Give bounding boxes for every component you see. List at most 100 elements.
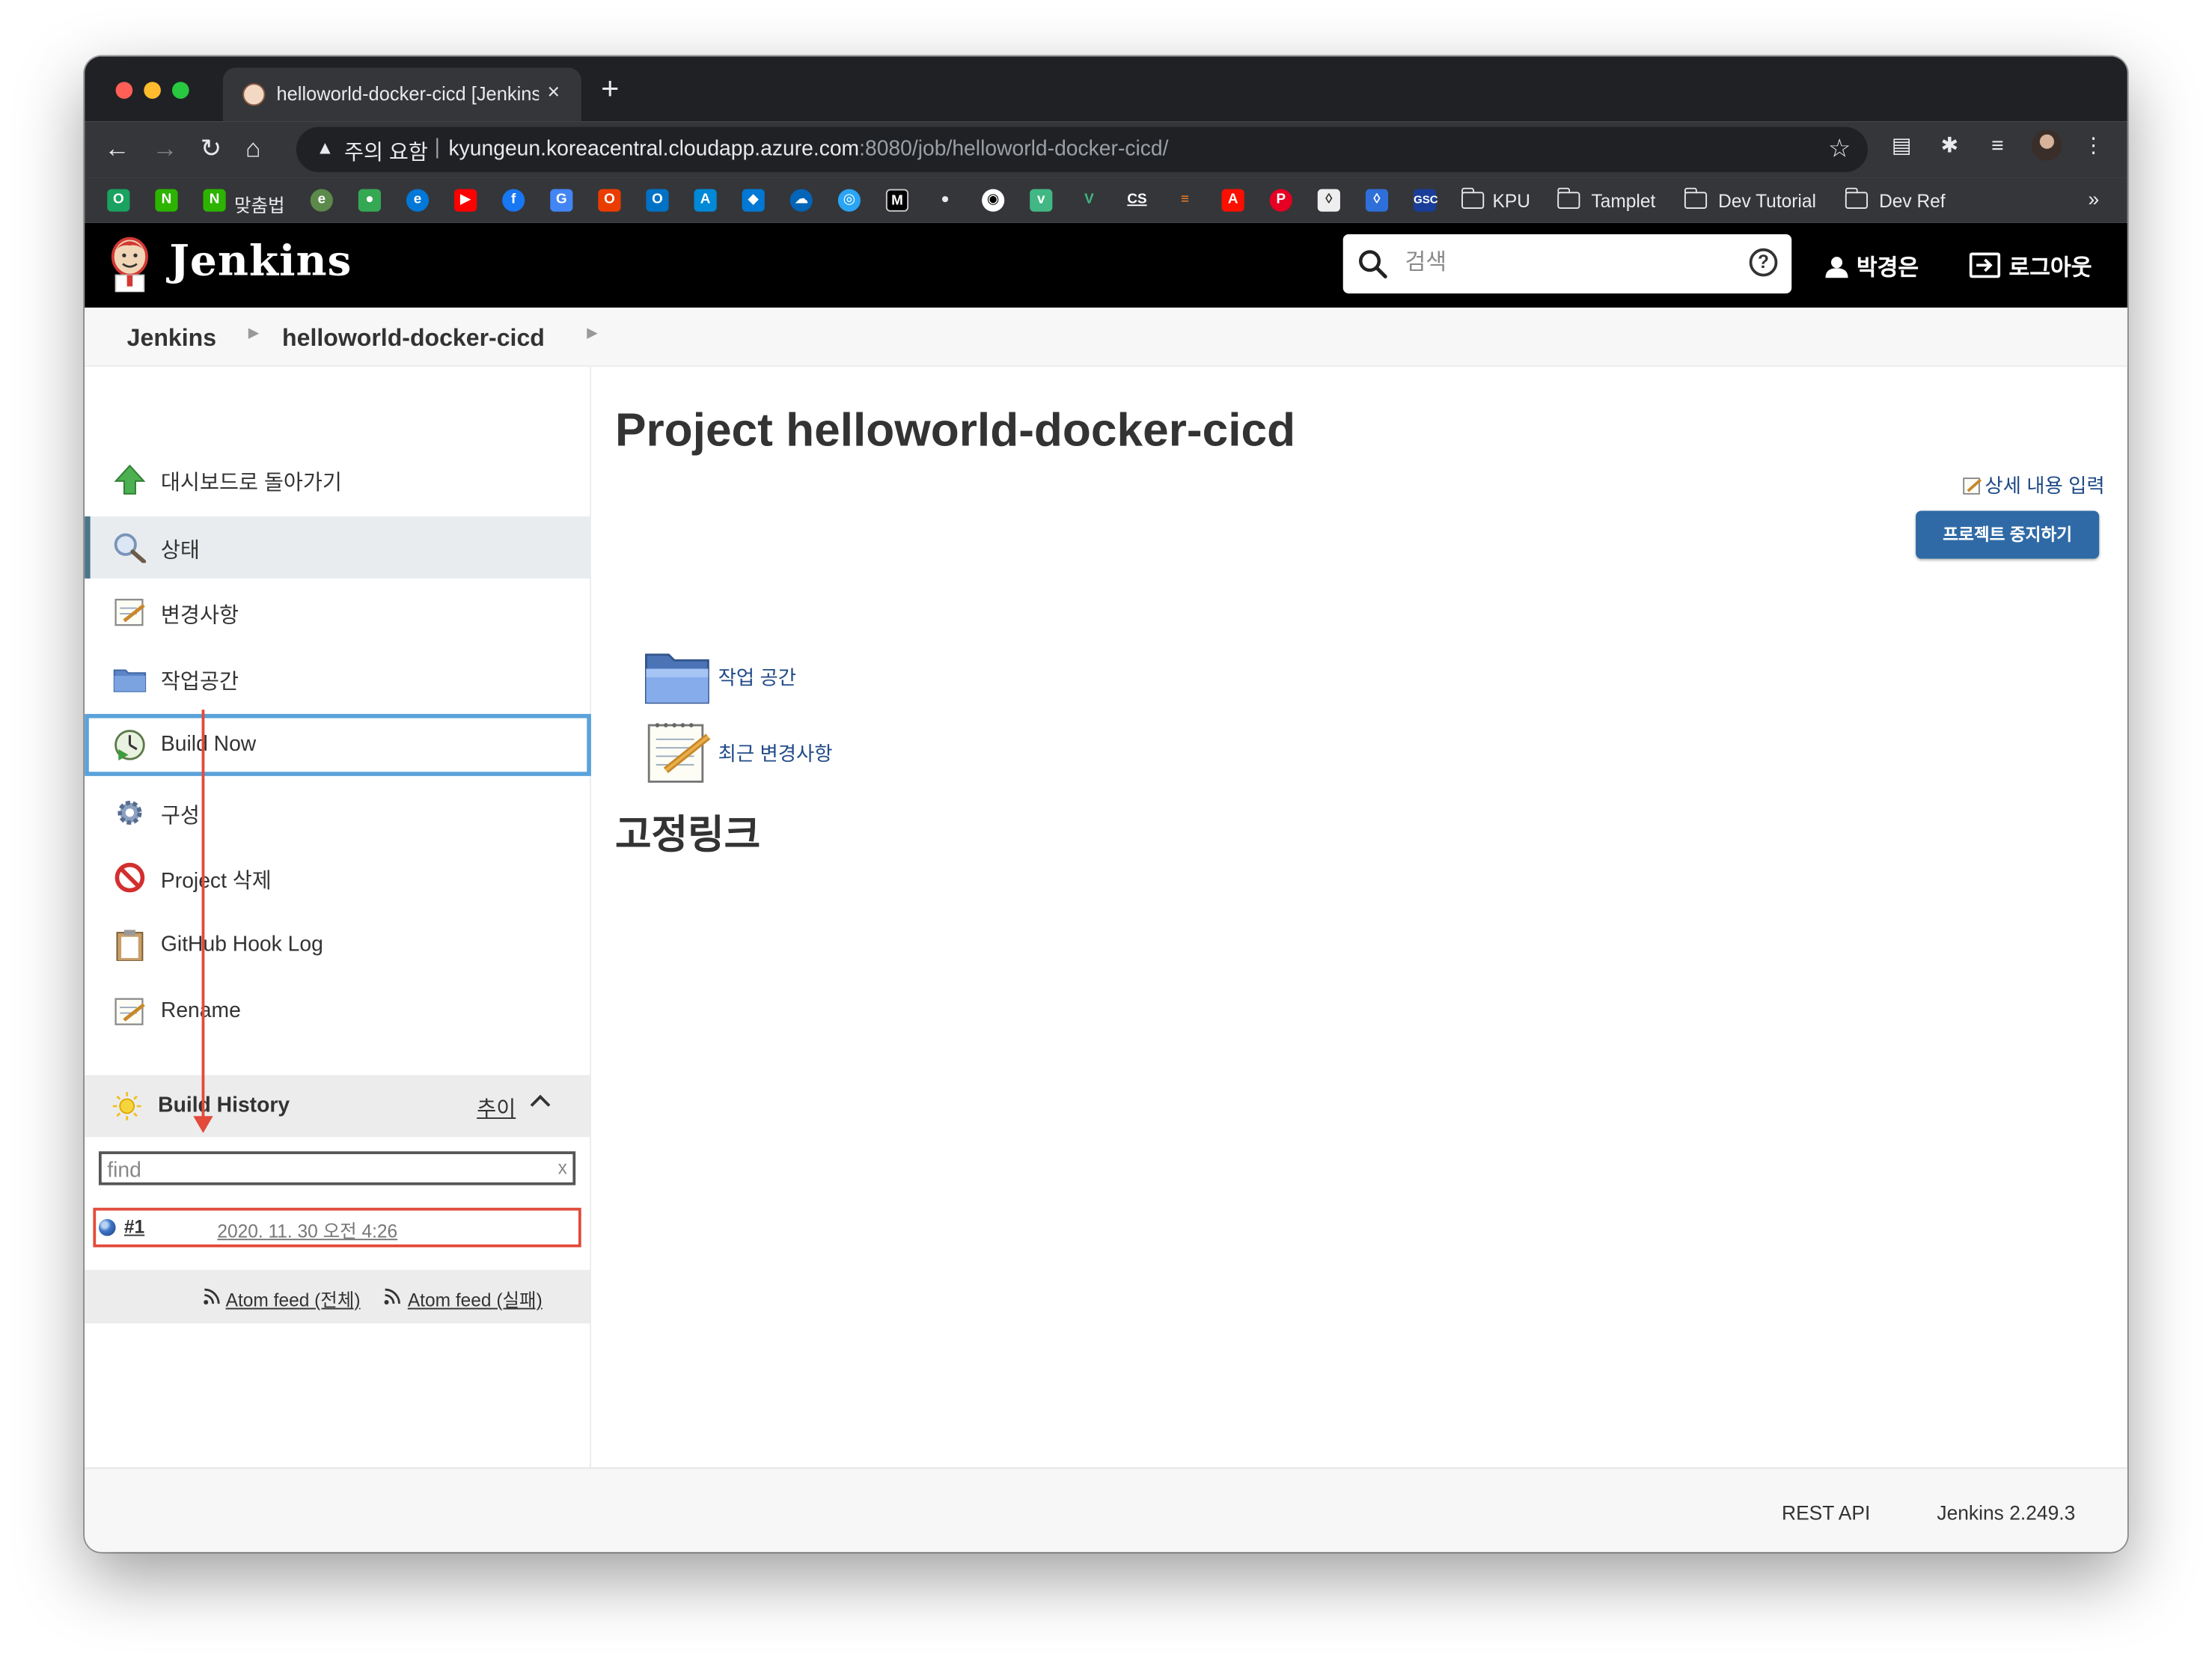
gear-icon — [117, 800, 142, 825]
bookmark-folder-kpu[interactable]: KPU — [1493, 191, 1530, 212]
notepad-icon — [1963, 477, 1982, 495]
bookmark-globe-icon[interactable]: e — [310, 189, 333, 212]
bookmarks-more-button[interactable]: » — [2088, 188, 2099, 210]
bookmark-spellcheck[interactable]: 맞춤법 — [234, 191, 285, 218]
close-window-button[interactable] — [115, 82, 133, 99]
cast-icon[interactable]: ▤ — [1890, 135, 1913, 158]
breadcrumb-jenkins[interactable]: Jenkins — [127, 325, 216, 353]
browser-toolbar: ← → ↻ ⌂ ▲ 주의 요함 | kyungeun.koreacentral.… — [85, 121, 2127, 178]
breadcrumb-project[interactable]: helloworld-docker-cicd — [282, 325, 545, 353]
jenkins-favicon-icon — [242, 83, 266, 106]
build-status-ball-icon — [98, 1218, 116, 1236]
task-back-to-dashboard[interactable]: 대시보드로 돌아가기 — [85, 448, 591, 510]
bookmark-pinterest-icon[interactable]: P — [1269, 189, 1292, 212]
bookmark-star-icon[interactable]: ☆ — [1828, 134, 1851, 164]
breadcrumb-separator-icon[interactable]: ▶ — [248, 326, 260, 341]
search-input[interactable] — [1405, 248, 1730, 280]
bookmark-translate-icon[interactable]: G — [550, 189, 573, 212]
atom-feed-all-link[interactable]: Atom feed (전체) — [226, 1285, 361, 1312]
task-workspace[interactable]: 작업공간 — [85, 647, 591, 710]
bookmark-office365-icon[interactable]: O — [598, 189, 621, 212]
bookmark-naver-spell-icon[interactable]: N — [203, 189, 226, 212]
bookmark-apple-icon[interactable]: ● — [934, 189, 956, 212]
bookmark-vuejs-icon[interactable]: V — [1078, 189, 1100, 212]
bookmark-onedrive-icon[interactable]: ☁ — [789, 189, 813, 212]
breadcrumb-separator-icon[interactable]: ▶ — [587, 326, 598, 341]
bookmark-folder-tamplet[interactable]: Tamplet — [1592, 191, 1656, 212]
maximize-window-button[interactable] — [171, 82, 189, 99]
bookmark-share-icon[interactable]: ◊ — [1365, 189, 1389, 212]
jenkins-logo-icon[interactable] — [107, 236, 152, 293]
bookmark-folder-dev-tutorial[interactable]: Dev Tutorial — [1718, 191, 1816, 212]
jenkins-logo-text[interactable]: Jenkins — [169, 237, 352, 287]
build-history-title: Build History — [158, 1093, 290, 1118]
recent-changes-label: 최근 변경사항 — [718, 742, 833, 765]
task-delete-project[interactable]: Project 삭제 — [85, 846, 591, 909]
bookmark-medium-icon[interactable]: M — [885, 189, 909, 212]
workspace-link[interactable]: 작업 공간 — [644, 644, 1067, 711]
url-text[interactable]: kyungeun.koreacentral.cloudapp.azure.com… — [448, 137, 1168, 161]
extensions-icon[interactable]: ✱ — [1938, 135, 1961, 158]
bookmark-naver-icon[interactable]: N — [155, 189, 178, 212]
bookmark-web-icon[interactable]: ◎ — [837, 189, 861, 212]
forward-icon[interactable]: → — [153, 132, 178, 163]
chevron-up-icon[interactable] — [530, 1094, 551, 1115]
build-search-box: x — [98, 1151, 576, 1186]
security-label[interactable]: 주의 요함 — [344, 137, 428, 167]
media-icon[interactable]: ≡ — [1986, 135, 2008, 158]
recent-changes-link[interactable]: 최근 변경사항 — [644, 719, 1067, 787]
bookmark-youtube-icon[interactable]: ▶ — [454, 189, 477, 212]
bookmark-github-icon[interactable]: ◉ — [982, 189, 1005, 212]
annotation-arrow-line — [201, 710, 205, 1119]
bookmark-adobe-icon[interactable]: A — [1221, 189, 1244, 212]
build-row[interactable]: #1 2020. 11. 30 오전 4:26 — [93, 1207, 581, 1248]
task-rename[interactable]: Rename — [85, 980, 591, 1043]
bookmark-edge-icon[interactable]: e — [406, 189, 430, 212]
bookmark-vue-icon[interactable]: v — [1030, 189, 1053, 212]
build-date-link[interactable]: 2020. 11. 30 오전 4:26 — [217, 1216, 397, 1243]
bookmark-outlook-icon[interactable]: O — [646, 189, 669, 212]
reload-icon[interactable]: ↻ — [201, 132, 221, 163]
logout-link[interactable]: 로그아웃 — [1969, 248, 2092, 282]
task-configure[interactable]: 구성 — [85, 781, 591, 843]
bookmark-maps-icon[interactable]: ● — [358, 189, 382, 212]
home-icon[interactable]: ⌂ — [245, 132, 261, 163]
rest-api-link[interactable]: REST API — [1782, 1501, 1870, 1524]
bookmark-azure-icon[interactable]: A — [694, 189, 717, 212]
bookmark-gsc-icon[interactable]: GSC — [1413, 189, 1438, 212]
task-status[interactable]: 상태 — [85, 516, 591, 579]
new-tab-button[interactable]: + — [601, 73, 619, 104]
menu-icon[interactable]: ⋮ — [2083, 135, 2105, 158]
atom-feed-failed-link[interactable]: Atom feed (실패) — [408, 1285, 543, 1312]
task-github-hook-log[interactable]: GitHub Hook Log — [85, 915, 591, 977]
edit-description-link[interactable]: 상세 내용 입력 — [1962, 472, 2105, 500]
disable-project-button[interactable]: 프로젝트 중지하기 — [1916, 510, 2100, 559]
build-trend-link[interactable]: 추이 — [477, 1093, 516, 1123]
task-label: 대시보드로 돌아가기 — [160, 471, 342, 495]
address-bar[interactable]: ▲ 주의 요함 | kyungeun.koreacentral.cloudapp… — [296, 126, 1869, 172]
bookmark-folder-dev-ref[interactable]: Dev Ref — [1879, 191, 1946, 212]
build-number-link[interactable]: #1 — [124, 1216, 144, 1237]
task-label: GitHub Hook Log — [160, 933, 323, 957]
bookmark-office-icon[interactable]: O — [107, 189, 130, 212]
user-link[interactable]: 박경은 — [1825, 248, 1919, 282]
browser-tab[interactable]: helloworld-docker-cicd [Jenkins] × — [222, 67, 581, 122]
back-icon[interactable]: ← — [105, 132, 130, 163]
help-icon[interactable]: ? — [1749, 248, 1778, 277]
task-changes[interactable]: 변경사항 — [85, 582, 591, 644]
clear-search-icon[interactable]: x — [558, 1157, 567, 1178]
tab-close-icon[interactable]: × — [547, 80, 560, 104]
bookmark-stackoverflow-icon[interactable]: ≡ — [1173, 189, 1196, 212]
minimize-window-button[interactable] — [144, 82, 161, 99]
bookmark-facebook-icon[interactable]: f — [502, 189, 525, 212]
bookmark-folder-icon — [1556, 187, 1580, 210]
jenkins-version-link[interactable]: Jenkins 2.249.3 — [1937, 1501, 2075, 1524]
bookmark-cs-icon[interactable]: CS — [1125, 189, 1148, 212]
bookmark-pattern-icon[interactable]: ◊ — [1317, 189, 1340, 212]
task-build-now[interactable]: Build Now — [85, 713, 591, 776]
bookmark-devops-icon[interactable]: ◆ — [742, 189, 765, 212]
build-search-input[interactable] — [107, 1156, 531, 1183]
logout-label: 로그아웃 — [2008, 257, 2092, 281]
rss-icon — [204, 1288, 220, 1305]
profile-avatar[interactable] — [2031, 129, 2063, 161]
